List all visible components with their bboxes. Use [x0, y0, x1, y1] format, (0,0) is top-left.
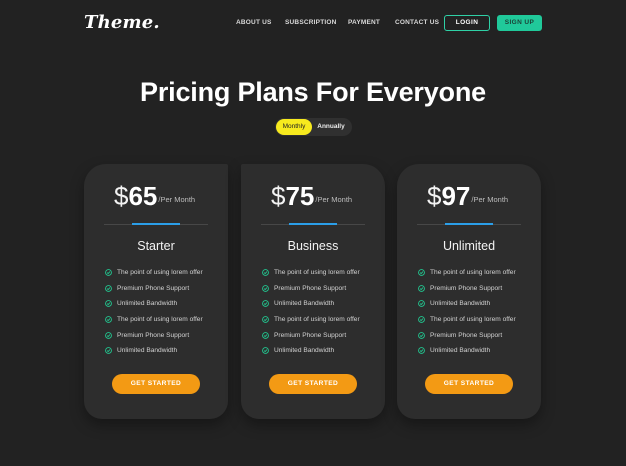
price-period: /Per Month [471, 195, 509, 204]
check-circle-icon [418, 347, 425, 355]
currency-symbol: $ [427, 181, 442, 211]
check-circle-icon [418, 316, 425, 323]
feature-text: Premium Phone Support [274, 331, 347, 339]
feature-item: The point of using lorem offer [105, 312, 203, 328]
plan-name: Business [287, 239, 339, 253]
feature-item: Unlimited Bandwidth [105, 343, 203, 359]
feature-text: The point of using lorem offer [117, 269, 203, 277]
get-started-button[interactable]: GET STARTED [112, 374, 200, 394]
nav-link-contact-us[interactable]: CONTACT US [395, 19, 439, 26]
divider-accent [289, 223, 337, 225]
check-circle-icon [418, 300, 425, 308]
check-circle-icon [105, 284, 112, 292]
check-circle-icon [262, 316, 269, 323]
price-amount: 75 [285, 181, 315, 211]
toggle-annually[interactable]: Annually [313, 119, 349, 135]
feature-item: Premium Phone Support [418, 281, 516, 297]
check-circle-icon [262, 300, 269, 308]
logo[interactable]: Theme. [84, 12, 160, 33]
feature-item: Premium Phone Support [262, 281, 360, 297]
feature-item: The point of using lorem offer [262, 265, 360, 281]
pricing-card-business: $75/Per Month Business The point of usin… [241, 164, 385, 419]
toggle-monthly[interactable]: Monthly [276, 119, 312, 135]
feature-text: Unlimited Bandwidth [430, 300, 491, 308]
signup-button[interactable]: SIGN UP [497, 15, 542, 31]
feature-text: The point of using lorem offer [274, 316, 360, 324]
check-circle-icon [418, 269, 425, 277]
feature-text: Unlimited Bandwidth [274, 300, 335, 308]
top-nav: Theme. ABOUT US SUBSCRIPTION PAYMENT CON… [0, 0, 626, 46]
feature-item: Premium Phone Support [105, 327, 203, 343]
feature-text: Unlimited Bandwidth [430, 347, 491, 355]
feature-item: The point of using lorem offer [105, 265, 203, 281]
feature-text: The point of using lorem offer [117, 316, 203, 324]
price-period: /Per Month [315, 195, 353, 204]
nav-link-about-us[interactable]: ABOUT US [236, 19, 272, 26]
check-circle-icon [105, 316, 112, 323]
check-circle-icon [262, 269, 269, 277]
feature-text: Premium Phone Support [117, 284, 190, 292]
get-started-button[interactable]: GET STARTED [269, 374, 357, 394]
login-button[interactable]: LOGIN [444, 15, 490, 31]
nav-link-subscription[interactable]: SUBSCRIPTION [285, 19, 337, 26]
check-circle-icon [105, 269, 112, 277]
feature-text: Unlimited Bandwidth [117, 300, 178, 308]
feature-text: Unlimited Bandwidth [117, 347, 178, 355]
page-title: Pricing Plans For Everyone [140, 77, 486, 107]
feature-text: The point of using lorem offer [274, 269, 360, 277]
feature-item: Unlimited Bandwidth [418, 296, 516, 312]
feature-text: Premium Phone Support [274, 284, 347, 292]
feature-item: The point of using lorem offer [418, 265, 516, 281]
currency-symbol: $ [271, 181, 286, 211]
feature-text: Premium Phone Support [430, 284, 503, 292]
check-circle-icon [262, 331, 269, 339]
billing-toggle[interactable]: Monthly Annually [275, 118, 352, 136]
feature-item: Unlimited Bandwidth [262, 296, 360, 312]
price-amount: 97 [441, 181, 471, 211]
price-amount: 65 [128, 181, 158, 211]
check-circle-icon [418, 331, 425, 339]
check-circle-icon [418, 284, 425, 292]
price: $97/Per Month [427, 181, 509, 212]
plan-name: Starter [137, 239, 175, 253]
currency-symbol: $ [114, 181, 129, 211]
price-period: /Per Month [158, 195, 196, 204]
divider-accent [445, 223, 493, 225]
pricing-card-starter: $65/Per Month Starter The point of using… [84, 164, 228, 419]
check-circle-icon [105, 331, 112, 339]
check-circle-icon [105, 347, 112, 355]
price: $65/Per Month [114, 181, 196, 212]
feature-item: Premium Phone Support [262, 327, 360, 343]
feature-item: The point of using lorem offer [262, 312, 360, 328]
feature-text: Unlimited Bandwidth [274, 347, 335, 355]
feature-item: The point of using lorem offer [418, 312, 516, 328]
nav-link-payment[interactable]: PAYMENT [348, 19, 380, 26]
check-circle-icon [262, 284, 269, 292]
feature-list: The point of using lorem offer Premium P… [418, 265, 516, 359]
feature-item: Premium Phone Support [105, 281, 203, 297]
feature-text: The point of using lorem offer [430, 316, 516, 324]
feature-item: Unlimited Bandwidth [418, 343, 516, 359]
price: $75/Per Month [271, 181, 353, 212]
feature-text: Premium Phone Support [117, 331, 190, 339]
feature-list: The point of using lorem offer Premium P… [262, 265, 360, 359]
feature-text: Premium Phone Support [430, 331, 503, 339]
pricing-card-unlimited: $97/Per Month Unlimited The point of usi… [397, 164, 541, 419]
divider-accent [132, 223, 180, 225]
feature-text: The point of using lorem offer [430, 269, 516, 277]
check-circle-icon [262, 347, 269, 355]
plan-name: Unlimited [442, 239, 496, 253]
feature-item: Premium Phone Support [418, 327, 516, 343]
check-circle-icon [105, 300, 112, 308]
feature-item: Unlimited Bandwidth [262, 343, 360, 359]
feature-item: Unlimited Bandwidth [105, 296, 203, 312]
get-started-button[interactable]: GET STARTED [425, 374, 513, 394]
feature-list: The point of using lorem offer Premium P… [105, 265, 203, 359]
